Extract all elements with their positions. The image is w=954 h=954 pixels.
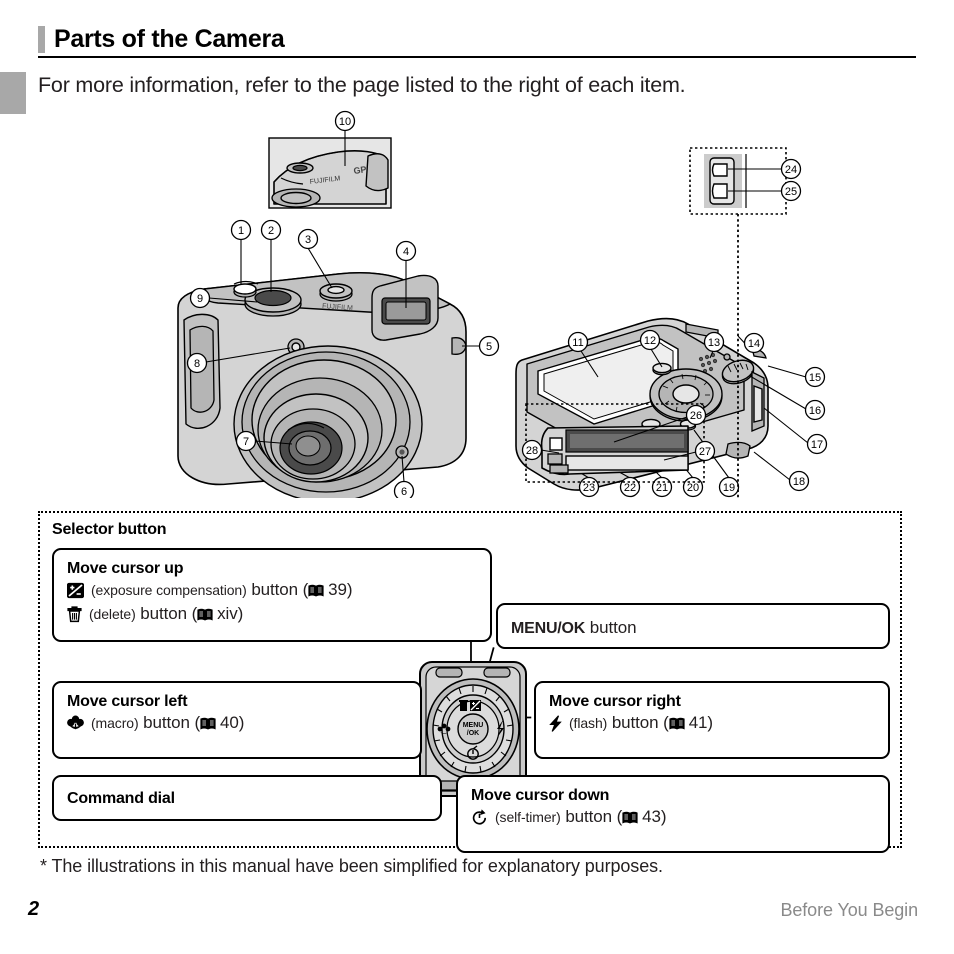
self-timer-button-word: button (565, 807, 612, 826)
command-dial-heading: Command dial (67, 790, 175, 807)
svg-text:/OK: /OK (467, 730, 479, 737)
svg-text:19: 19 (723, 482, 735, 494)
move-cursor-left-heading: Move cursor left (67, 693, 188, 710)
macro-button-word: button (143, 713, 190, 732)
self-timer-page: 43 (642, 807, 661, 826)
edge-index-tab (0, 72, 26, 114)
svg-text:4: 4 (403, 246, 409, 258)
svg-text:11: 11 (572, 337, 583, 349)
callout-5: 5 (462, 335, 500, 357)
page-subtitle: For more information, refer to the page … (38, 73, 686, 97)
svg-text:6: 6 (401, 486, 407, 498)
svg-text:3: 3 (305, 234, 311, 246)
move-cursor-right-box: Move cursor right (flash) button (41) (534, 681, 890, 759)
svg-text:16: 16 (809, 405, 821, 417)
camera-front-view: FUJIFILM (177, 272, 467, 498)
title-accent-bar (38, 26, 45, 53)
exposure-compensation-label: (exposure compensation) (91, 582, 247, 598)
footnote: * The illustrations in this manual have … (40, 856, 663, 876)
svg-text:24: 24 (785, 164, 797, 176)
move-cursor-up-heading: Move cursor up (67, 560, 184, 577)
move-cursor-right-heading: Move cursor right (549, 693, 681, 710)
connector-detail-inset (689, 147, 787, 215)
svg-text:25: 25 (785, 186, 797, 198)
delete-icon (67, 605, 82, 623)
menu-ok-box: MENU/OK button (496, 603, 890, 649)
menu-ok-line: MENU/OK button (511, 616, 888, 640)
page-number: 2 (28, 898, 40, 920)
macro-page: 40 (220, 713, 239, 732)
self-timer-label: (self-timer) (495, 809, 561, 825)
macro-icon (67, 715, 84, 731)
command-dial-box: Command dial (52, 775, 442, 821)
svg-text:26: 26 (690, 410, 702, 422)
macro-label: (macro) (91, 715, 139, 731)
svg-text:7: 7 (243, 436, 249, 448)
callout-14: 14 (737, 332, 765, 354)
delete-page: xiv (217, 604, 238, 623)
title-row: Parts of the Camera (38, 26, 916, 58)
svg-text:28: 28 (526, 445, 538, 457)
flash-line: (flash) button ( 41 ) (549, 711, 888, 735)
svg-text:1: 1 (238, 225, 244, 237)
svg-text:15: 15 (809, 372, 821, 384)
callout-15: 15 (767, 365, 826, 388)
exposure-compensation-page: 39 (328, 580, 347, 599)
callout-1: 1 (230, 219, 252, 284)
callout-18: 18 (753, 451, 810, 492)
menu-ok-button-word: button (589, 618, 637, 637)
exposure-compensation-icon (67, 582, 84, 599)
svg-text:21: 21 (656, 482, 668, 494)
svg-text:14: 14 (748, 338, 760, 350)
svg-text:5: 5 (486, 341, 492, 353)
self-timer-line: (self-timer) button ( 43 ) (471, 805, 888, 829)
svg-text:12: 12 (644, 335, 656, 347)
svg-text:18: 18 (793, 476, 805, 488)
svg-text:17: 17 (811, 439, 823, 451)
self-timer-icon (471, 808, 488, 826)
move-cursor-down-box: Move cursor down (self-timer) button (4… (456, 775, 890, 853)
move-cursor-left-box: Move cursor left (macro) button (40) (52, 681, 422, 759)
exposure-compensation-line: (exposure compensation) button ( 39 ) (67, 578, 490, 602)
svg-text:9: 9 (197, 293, 203, 305)
svg-text:22: 22 (624, 482, 636, 494)
delete-button-word: button (140, 604, 187, 623)
exposure-compensation-button-word: button (251, 580, 298, 599)
dial-delete-icon (459, 700, 468, 711)
move-cursor-down-heading: Move cursor down (471, 787, 610, 804)
book-icon (622, 811, 638, 824)
svg-text:27: 27 (699, 446, 711, 458)
svg-text:23: 23 (583, 482, 595, 494)
selector-panel-heading: Selector button (52, 521, 167, 538)
svg-text:10: 10 (339, 116, 351, 128)
camera-illustration: .bd{fill:#d4d4d4;stroke:#000;stroke-widt… (38, 108, 916, 498)
svg-text:13: 13 (708, 337, 720, 349)
svg-text:MENU: MENU (463, 722, 484, 729)
book-icon (308, 584, 324, 597)
svg-text:8: 8 (194, 358, 200, 370)
move-cursor-up-box: Move cursor up (exposure compensation) b… (52, 548, 492, 642)
macro-line: (macro) button ( 40 ) (67, 711, 420, 735)
menu-ok-label: MENU/OK (511, 619, 586, 637)
flash-button-word: button (611, 713, 659, 732)
dial-exposure-icon (470, 700, 481, 711)
flash-label: (flash) (569, 715, 608, 731)
top-detail-inset: FUJIFILM GPS (268, 137, 392, 209)
book-icon (669, 717, 685, 730)
flash-icon (549, 714, 562, 732)
selector-button-panel: Selector button MENU /OK Move cursor up … (38, 511, 902, 853)
book-icon (197, 608, 213, 621)
flash-page: 41 (688, 713, 708, 732)
page-header: Parts of the Camera For more information… (38, 26, 916, 98)
delete-line: (delete) button ( xiv ) (67, 602, 490, 626)
page-title: Parts of the Camera (54, 25, 285, 53)
book-icon (200, 717, 216, 730)
delete-label: (delete) (89, 606, 136, 622)
svg-text:2: 2 (268, 225, 274, 237)
footer-section-label: Before You Begin (780, 900, 918, 920)
svg-text:20: 20 (687, 482, 699, 494)
